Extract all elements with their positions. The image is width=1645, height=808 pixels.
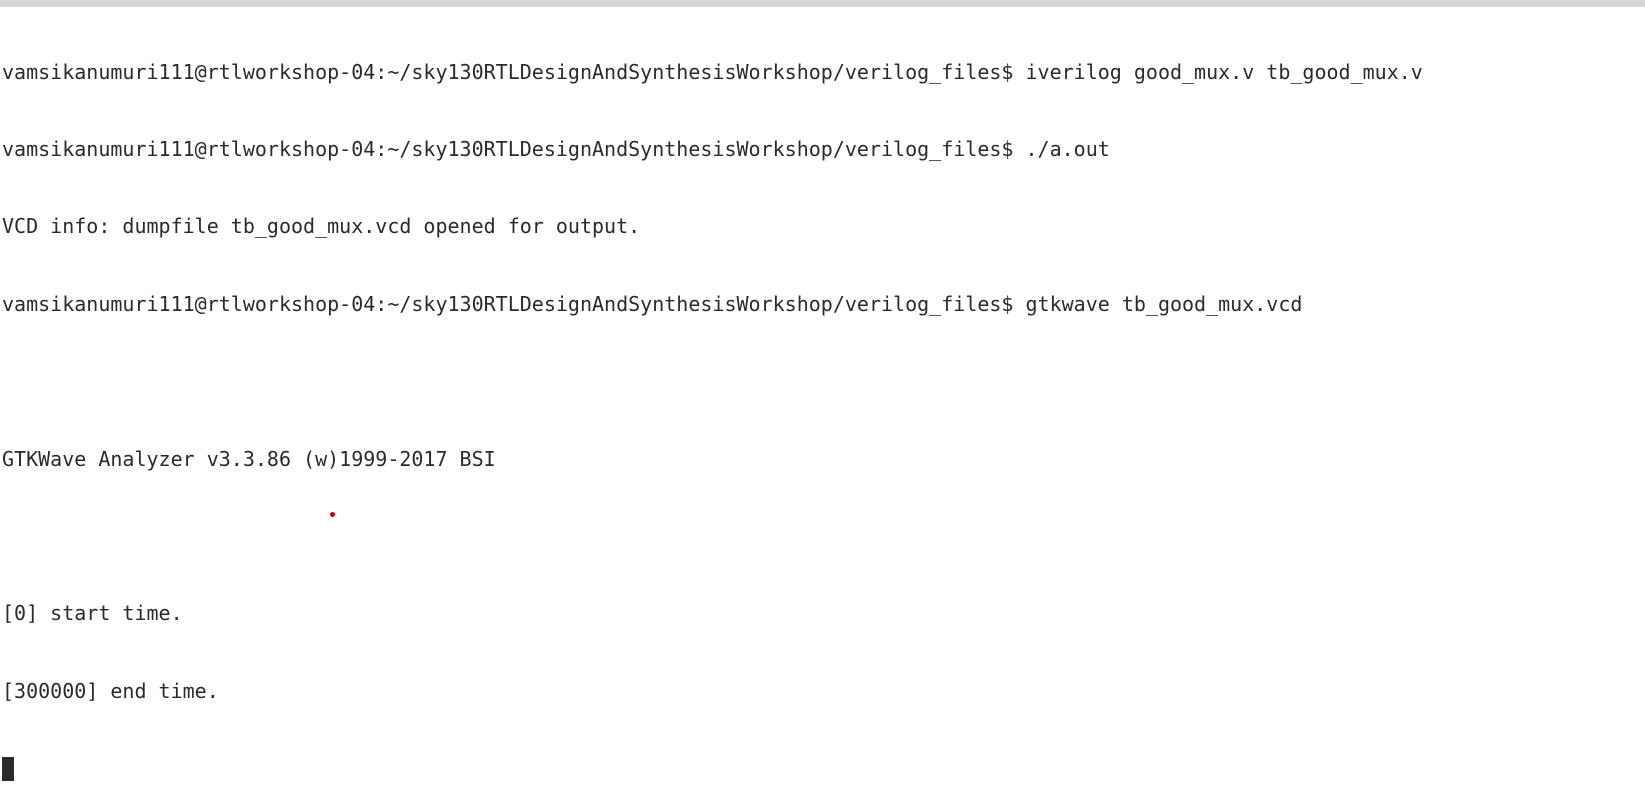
- terminal-line: GTKWave Analyzer v3.3.86 (w)1999-2017 BS…: [2, 446, 496, 471]
- terminal-line: vamsikanumuri111@rtlworkshop-04:~/sky130…: [2, 59, 1423, 84]
- text-cursor: [2, 757, 14, 782]
- terminal-line: [300000] end time.: [2, 678, 219, 703]
- terminal-prompt-line[interactable]: [2, 756, 1642, 782]
- terminal-output[interactable]: vamsikanumuri111@rtlworkshop-04:~/sky130…: [2, 8, 1642, 782]
- terminal-line: [0] start time.: [2, 601, 183, 626]
- mouse-pointer-dot: [330, 512, 335, 517]
- terminal-line: VCD info: dumpfile tb_good_mux.vcd opene…: [2, 214, 641, 239]
- terminal-line: vamsikanumuri111@rtlworkshop-04:~/sky130…: [2, 291, 1303, 316]
- terminal-line: vamsikanumuri111@rtlworkshop-04:~/sky130…: [2, 136, 1110, 161]
- window-top-strip: [0, 0, 1645, 7]
